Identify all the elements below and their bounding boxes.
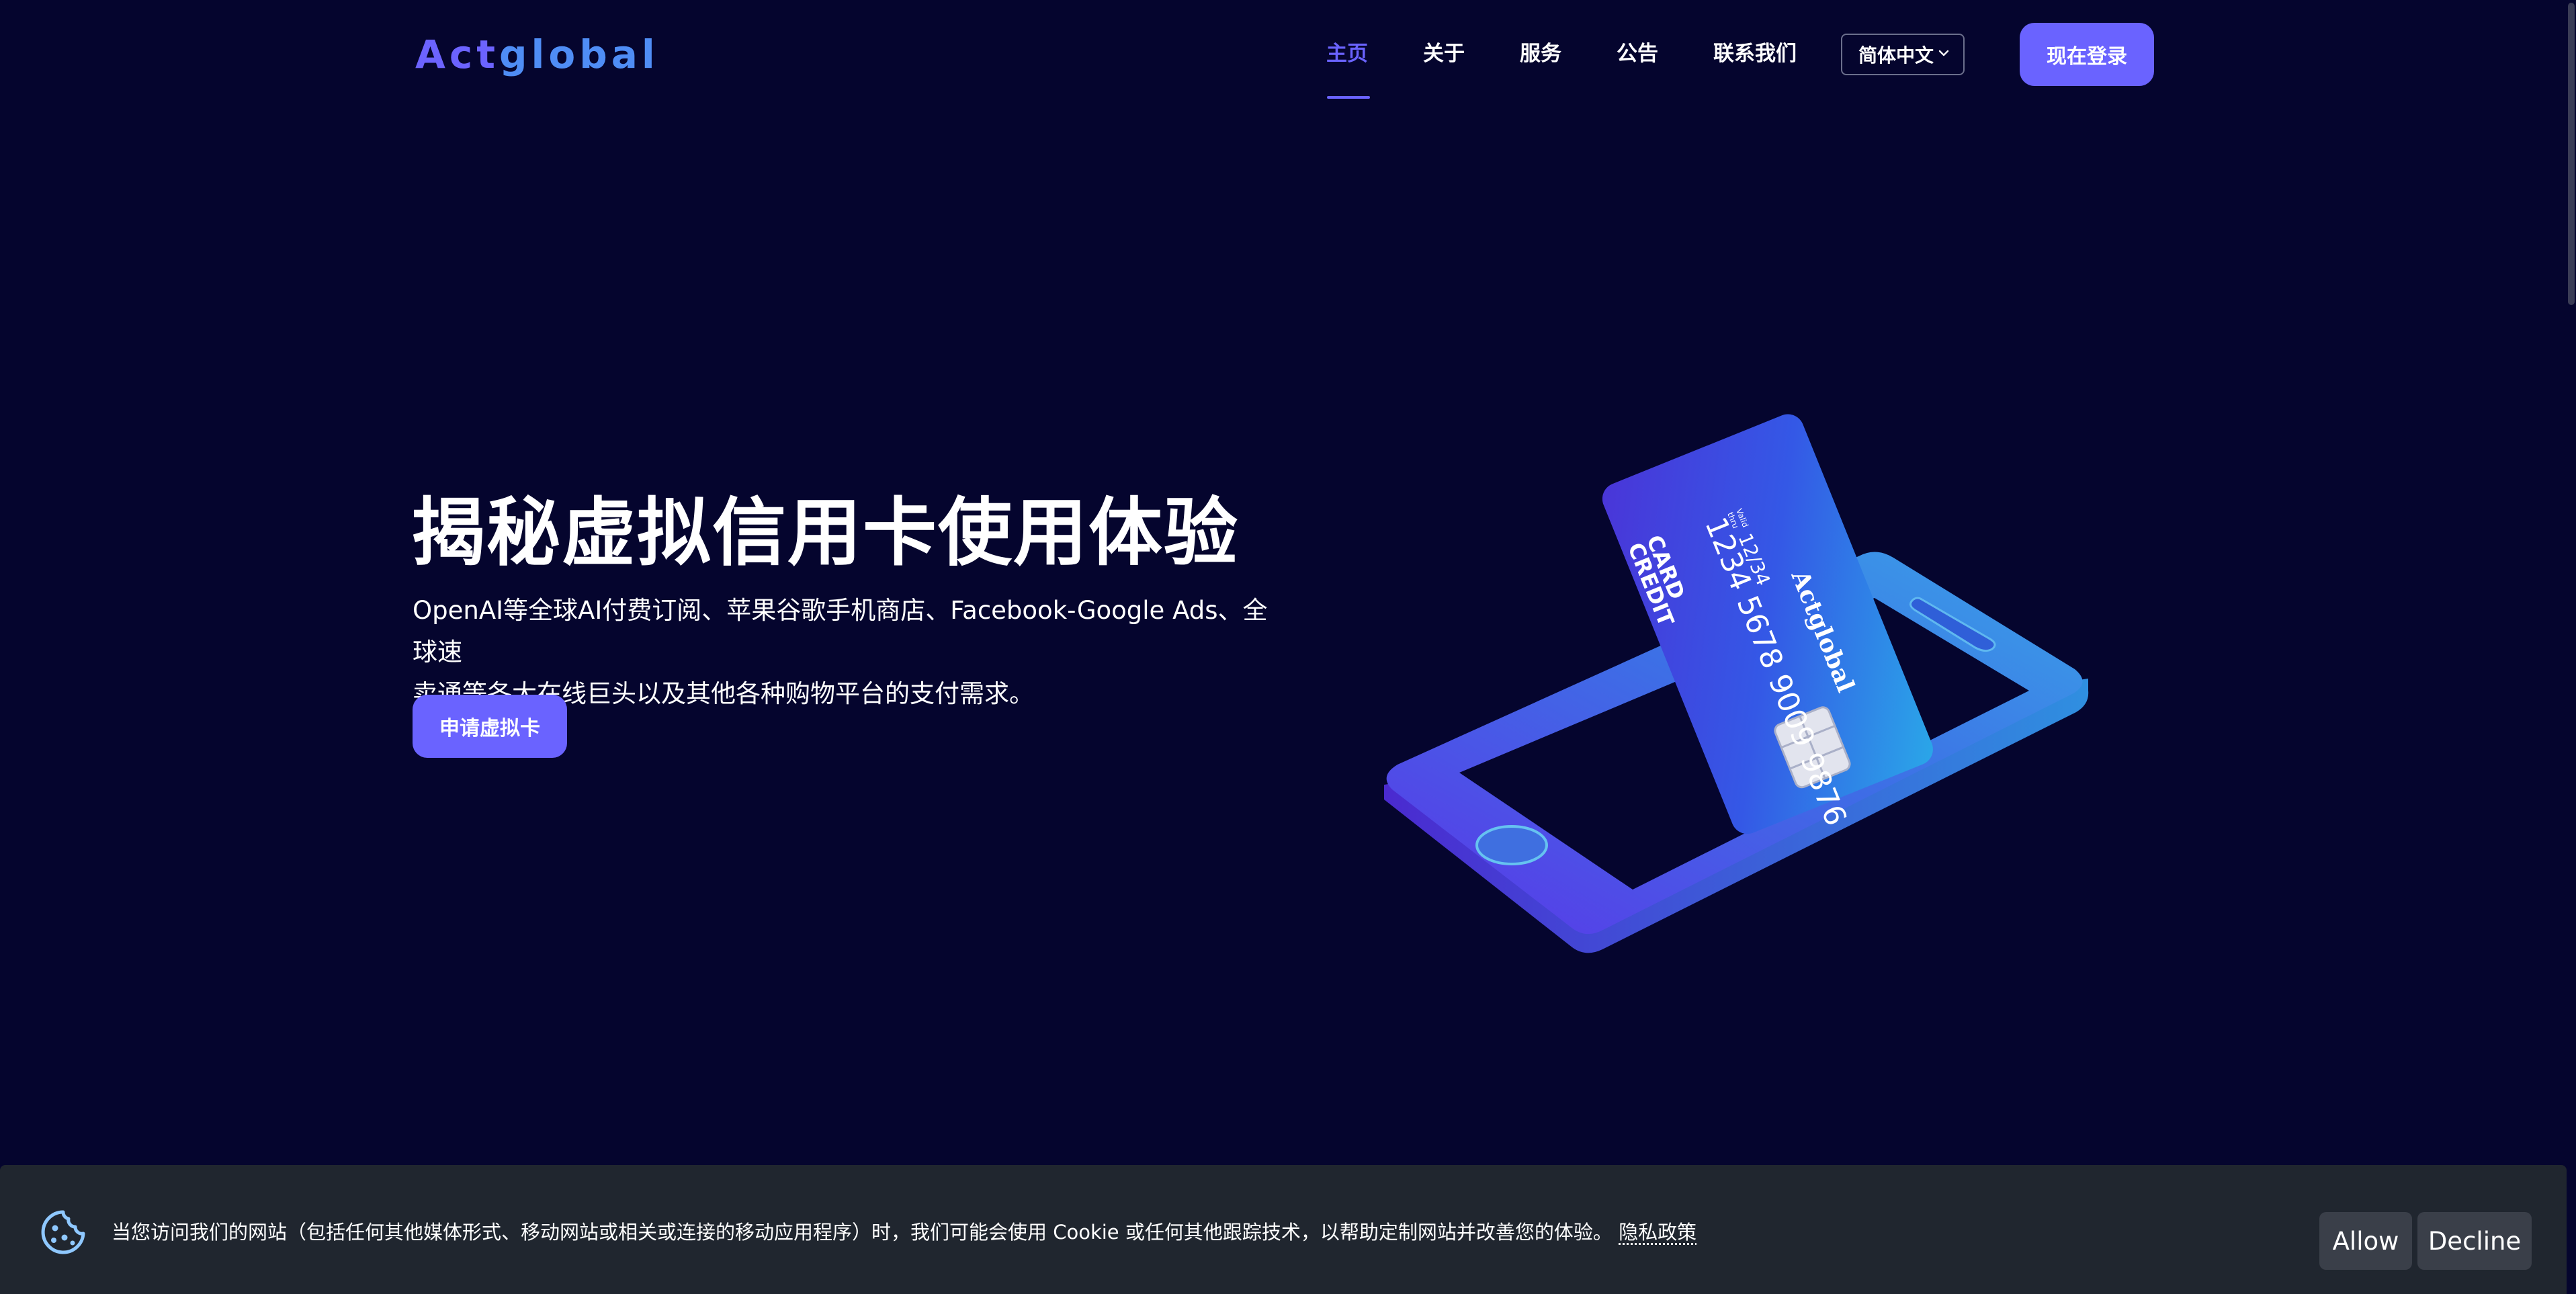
language-select-value: 简体中文 [1858, 44, 1934, 67]
main-nav: 主页 关于 服务 公告 联系我们 [0, 0, 2576, 107]
nav-home[interactable]: 主页 [1326, 39, 1368, 69]
nav-contact[interactable]: 联系我们 [1713, 39, 1797, 69]
hero-description-line1: OpenAI等全球AI付费订阅、苹果谷歌手机商店、Facebook-Google… [413, 596, 1268, 666]
nav-announcements[interactable]: 公告 [1617, 39, 1658, 69]
language-select[interactable]: 简体中文 [1841, 34, 1965, 75]
cookie-icon [41, 1210, 85, 1254]
privacy-policy-link[interactable]: 隐私政策 [1619, 1221, 1697, 1244]
nav-about[interactable]: 关于 [1423, 39, 1465, 69]
chevron-down-icon [1938, 50, 1949, 56]
nav-services[interactable]: 服务 [1520, 39, 1561, 69]
hero-title: 揭秘虚拟信用卡使用体验 [411, 490, 1239, 576]
nav-active-indicator [1327, 96, 1370, 99]
cookie-message: 当您访问我们的网站（包括任何其他媒体形式、移动网站或相关或连接的移动应用程序）时… [112, 1217, 1697, 1247]
scrollbar-thumb[interactable] [2568, 3, 2575, 305]
apply-virtual-card-button[interactable]: 申请虚拟卡 [413, 695, 567, 758]
cookie-message-text: 当您访问我们的网站（包括任何其他媒体形式、移动网站或相关或连接的移动应用程序）时… [112, 1221, 1613, 1244]
login-button[interactable]: 现在登录 [2020, 23, 2154, 86]
cookie-decline-button[interactable]: Decline [2417, 1212, 2532, 1270]
cookie-consent-bar: 当您访问我们的网站（包括任何其他媒体形式、移动网站或相关或连接的移动应用程序）时… [0, 1165, 2567, 1294]
phone-home-button [1475, 825, 1548, 865]
scrollbar[interactable] [2567, 0, 2576, 1294]
cookie-allow-button[interactable]: Allow [2319, 1212, 2412, 1270]
phone-card-illustration: CREDIT CARD 1234 5678 9009 9876 Valid th… [1384, 414, 2089, 953]
